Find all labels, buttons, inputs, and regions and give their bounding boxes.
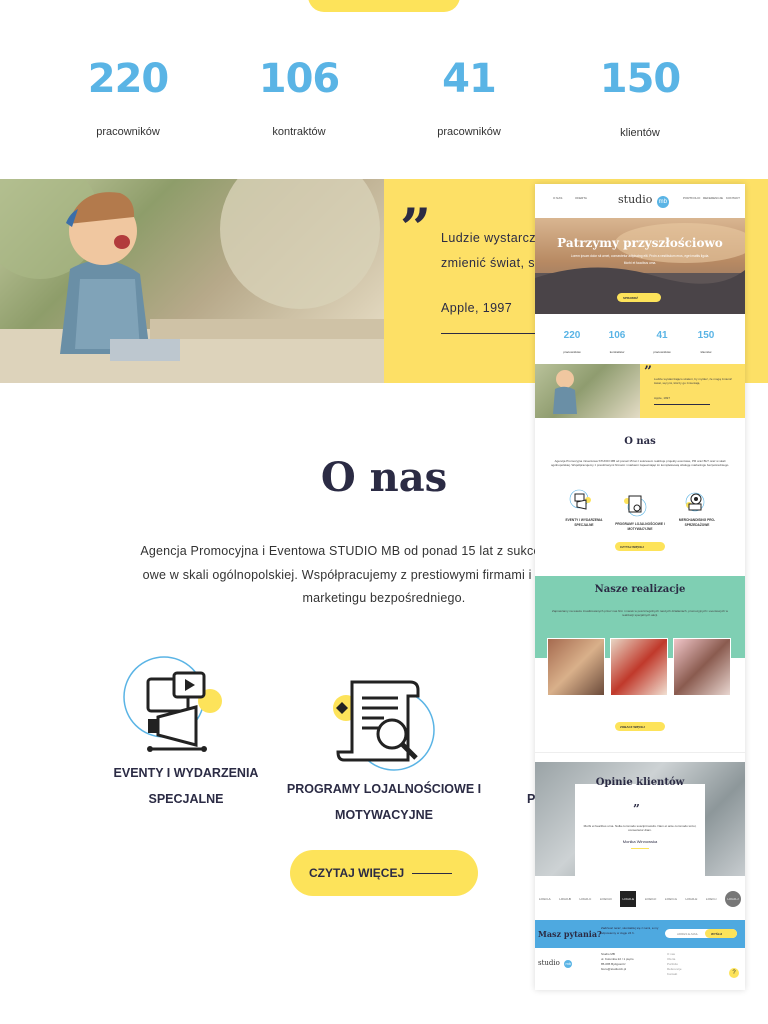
preview-nav-item[interactable]: PORTFOLIO bbox=[683, 196, 700, 200]
preview-service-label: PROGRAMY LOJALNOŚCIOWE I MOTYWACYJNE bbox=[615, 522, 665, 531]
preview-opinion-text: Morbi et faucibus urna. Nulla commodo su… bbox=[583, 824, 697, 833]
preview-nav-item[interactable]: OFERTA bbox=[575, 196, 587, 200]
quote-author: Apple, 1997 bbox=[441, 301, 513, 315]
preview-footer-links: O nas Oferta Portfolio Referencje Kontak… bbox=[667, 952, 682, 977]
stat-label: pracowników bbox=[96, 126, 160, 138]
preview-opinion-quote-icon: ” bbox=[633, 802, 640, 816]
client-logo: LOGO-H bbox=[685, 897, 698, 901]
client-logo: LOGO-B bbox=[559, 897, 571, 901]
preview-hero-text: Morbi et faucibus urna. bbox=[623, 261, 657, 265]
stat-value: 41 bbox=[442, 56, 497, 102]
preview-footer-logo[interactable]: studio mb bbox=[538, 952, 573, 970]
preview-stat-label: kontraktów bbox=[609, 350, 625, 354]
preview-contact-text: Zadzwoń teraz, skontaktuj się z nami, a … bbox=[601, 926, 659, 935]
preview-contact-title: Masz pytania? bbox=[538, 929, 602, 939]
laughing-child-photo bbox=[0, 179, 384, 383]
preview-opinions-title: Opinie klientów bbox=[595, 777, 685, 788]
page-preview: O NAS OFERTA studio mb PORTFOLIO REFEREN… bbox=[535, 184, 745, 990]
preview-opinion-underline bbox=[631, 848, 649, 849]
preview-quote-divider bbox=[654, 404, 710, 405]
document-magnifier-icon bbox=[330, 676, 440, 776]
megaphone-icon bbox=[118, 655, 228, 755]
preview-footer-address: Studio MB ul. Kolumba 22 / 1 piętro 85-0… bbox=[601, 952, 634, 971]
preview-contact-section: Masz pytania? Zadzwoń teraz, skontaktuj … bbox=[535, 920, 745, 948]
preview-logo[interactable]: studio mb bbox=[618, 190, 669, 208]
quote-icon: ” bbox=[400, 196, 432, 260]
client-logo: LOGO-C bbox=[579, 897, 592, 901]
preview-realizations-text: Zapraszamy na wasze zrealizowanych przez… bbox=[552, 609, 728, 618]
client-logo: LOGO-E bbox=[620, 891, 637, 907]
preview-realizations-title: Nasze realizacje bbox=[594, 584, 686, 595]
preview-realization-photo[interactable] bbox=[673, 638, 731, 696]
preview-realization-photo[interactable] bbox=[610, 638, 668, 696]
preview-stat-label: klientów bbox=[700, 350, 712, 354]
read-more-button[interactable]: CZYTAJ WIĘCEJ bbox=[290, 850, 478, 896]
quote-line: Ludzie wystarcz bbox=[441, 231, 536, 245]
footer-link[interactable]: Kontakt bbox=[667, 972, 682, 977]
preview-stat-value: 220 bbox=[563, 330, 581, 341]
preview-service-label: EVENTY I WYDARZENIA SPECJALNE bbox=[565, 518, 603, 527]
preview-document-icon bbox=[623, 494, 647, 518]
preview-divider bbox=[535, 752, 745, 753]
client-logo: LOGO-G bbox=[664, 897, 677, 901]
stat-value: 106 bbox=[258, 56, 341, 102]
client-logo: LOGO-F bbox=[644, 897, 657, 901]
preview-service-label: MERCHANDISING PRO-SPRZEDAŻOWE bbox=[678, 518, 716, 527]
preview-target-icon bbox=[683, 490, 707, 514]
top-cta-button[interactable] bbox=[308, 0, 460, 12]
preview-realization-photo[interactable] bbox=[547, 638, 605, 696]
preview-megaphone-icon bbox=[569, 489, 593, 513]
preview-send-button[interactable]: WYŚLIJ bbox=[705, 929, 737, 938]
quote-line: zmienić świat, s bbox=[441, 256, 535, 270]
service-label: PROGRAMY LOJALNOŚCIOWE I bbox=[286, 782, 482, 796]
preview-about-text: Agencja Promocyjna i Eventowa STUDIO MB … bbox=[550, 459, 730, 468]
client-logo: LOGO-I bbox=[705, 897, 717, 901]
preview-quote: ” Ludzie wystarczająco szaleni, by myśle… bbox=[640, 364, 745, 418]
preview-stat-value: 106 bbox=[608, 330, 626, 341]
preview-client-logos: LOGO-A LOGO-B LOGO-C LOGO-D LOGO-E LOGO-… bbox=[539, 888, 741, 910]
stat-label: kontraktów bbox=[272, 126, 326, 138]
preview-opinion-author: Monika Winnowska bbox=[622, 839, 658, 844]
preview-quote-author: Apple, 1997 bbox=[654, 396, 671, 400]
preview-quote-icon: ” bbox=[644, 364, 653, 380]
preview-child-photo bbox=[535, 364, 640, 418]
client-logo: LOGO-A bbox=[539, 897, 551, 901]
preview-stat-label: pracowników bbox=[563, 350, 581, 354]
preview-read-more-button[interactable]: CZYTAJ WIĘCEJ bbox=[615, 542, 665, 551]
help-icon[interactable]: ? bbox=[729, 968, 739, 978]
stat-value: 220 bbox=[87, 56, 170, 102]
client-logo: LOGO-J bbox=[724, 891, 741, 907]
preview-nav-item[interactable]: O NAS bbox=[553, 196, 562, 200]
preview-about-title: O nas bbox=[624, 436, 656, 447]
stat-label: klientów bbox=[620, 127, 660, 139]
preview-stat-label: pracowników bbox=[653, 350, 671, 354]
preview-hero-button[interactable]: SPRAWDŹ bbox=[617, 293, 661, 302]
stat-label: pracowników bbox=[437, 126, 501, 138]
preview-nav-item[interactable]: REFERENCJE bbox=[703, 196, 723, 200]
arrow-line-icon bbox=[412, 873, 452, 874]
preview-hero-text: Lorem ipsum dolor sit amet, consectetur … bbox=[570, 254, 710, 258]
preview-quote-text: Ludzie wystarczająco szaleni, by myśleć,… bbox=[654, 377, 732, 386]
preview-stat-value: 41 bbox=[656, 330, 668, 341]
stat-value: 150 bbox=[599, 56, 682, 102]
client-logo: LOGO-D bbox=[599, 897, 612, 901]
service-label: MOTYWACYJNE bbox=[335, 808, 433, 822]
preview-stat-value: 150 bbox=[697, 330, 715, 341]
preview-see-more-button[interactable]: ZOBACZ WIĘCEJ bbox=[615, 722, 665, 731]
logo-badge: mb bbox=[656, 196, 669, 208]
preview-email-input[interactable]: ADRES E-MAIL WYŚLIJ bbox=[665, 929, 737, 938]
read-more-label: CZYTAJ WIĘCEJ bbox=[309, 866, 405, 880]
preview-hero: Patrzymy przyszłościowo Lorem ipsum dolo… bbox=[535, 218, 745, 314]
preview-nav-item[interactable]: KONTAKT bbox=[726, 196, 740, 200]
preview-hero-title: Patrzymy przyszłościowo bbox=[557, 236, 723, 250]
